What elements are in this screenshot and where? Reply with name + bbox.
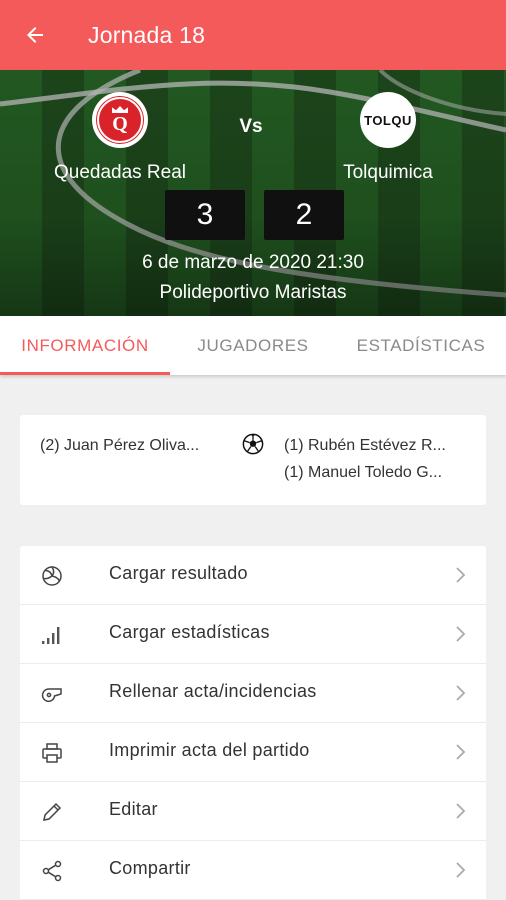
home-team-name: Quedadas Real (53, 162, 187, 183)
match-datetime: 6 de marzo de 2020 21:30 (142, 252, 364, 273)
tab-bar: INFORMACIÓN JUGADORES ESTADÍSTICAS (0, 316, 506, 375)
back-button[interactable] (0, 0, 70, 70)
chevron-right-icon (456, 744, 466, 760)
chevron-right-icon (456, 862, 466, 878)
away-team-name: Tolquimica (343, 162, 433, 183)
away-score: 2 (264, 190, 344, 240)
away-team-logo: TOLQU (360, 92, 416, 148)
hero-overlay (0, 70, 506, 316)
tab-informacion[interactable]: INFORMACIÓN (0, 316, 170, 375)
cargar-resultado-item[interactable]: Cargar resultado (20, 546, 486, 605)
action-label: Editar (109, 799, 158, 819)
printer-icon (42, 743, 62, 763)
pencil-icon (43, 802, 62, 821)
goal-scorers-card: (2) Juan Pérez Oliva... (1) Rubén Estéve… (20, 415, 486, 505)
action-label: Imprimir acta del partido (109, 740, 310, 760)
actions-list: Cargar resultado Cargar estadísticas Rel… (20, 546, 486, 900)
imprimir-acta-item[interactable]: Imprimir acta del partido (20, 723, 486, 782)
page-title: Jornada 18 (88, 21, 206, 48)
home-scorer: (2) Juan Pérez Oliva... (40, 437, 200, 454)
vs-label: Vs (239, 116, 263, 137)
match-header: Q Vs TOLQU Quedadas Real Tolquimica 3 2 … (0, 70, 506, 316)
away-scorer: (1) Manuel Toledo G... (284, 464, 443, 481)
action-label: Compartir (109, 858, 191, 878)
home-score: 3 (165, 190, 245, 240)
volleyball-icon (42, 566, 62, 586)
crown-icon (112, 106, 128, 113)
chevron-right-icon (456, 626, 466, 642)
match-venue: Polideportivo Maristas (159, 282, 347, 303)
rellenar-acta-item[interactable]: Rellenar acta/incidencias (20, 664, 486, 723)
app-bar: Jornada 18 (0, 0, 506, 70)
tab-estadisticas[interactable]: ESTADÍSTICAS (336, 316, 506, 375)
home-team-logo: Q (92, 92, 148, 148)
soccer-ball-icon (242, 433, 264, 455)
action-label: Rellenar acta/incidencias (109, 681, 317, 701)
away-scorer: (1) Rubén Estévez R... (284, 437, 446, 454)
action-label: Cargar resultado (109, 563, 248, 583)
compartir-item[interactable]: Compartir (20, 841, 486, 900)
tab-jugadores[interactable]: JUGADORES (170, 316, 336, 375)
bar-signal-icon (42, 627, 60, 644)
arrow-left-icon (27, 27, 43, 43)
chevron-right-icon (456, 803, 466, 819)
action-label: Cargar estadísticas (109, 622, 270, 642)
cargar-estadisticas-item[interactable]: Cargar estadísticas (20, 605, 486, 664)
share-icon (42, 860, 62, 882)
chevron-right-icon (456, 567, 466, 583)
chevron-right-icon (456, 685, 466, 701)
editar-item[interactable]: Editar (20, 782, 486, 841)
whistle-icon (41, 688, 62, 703)
